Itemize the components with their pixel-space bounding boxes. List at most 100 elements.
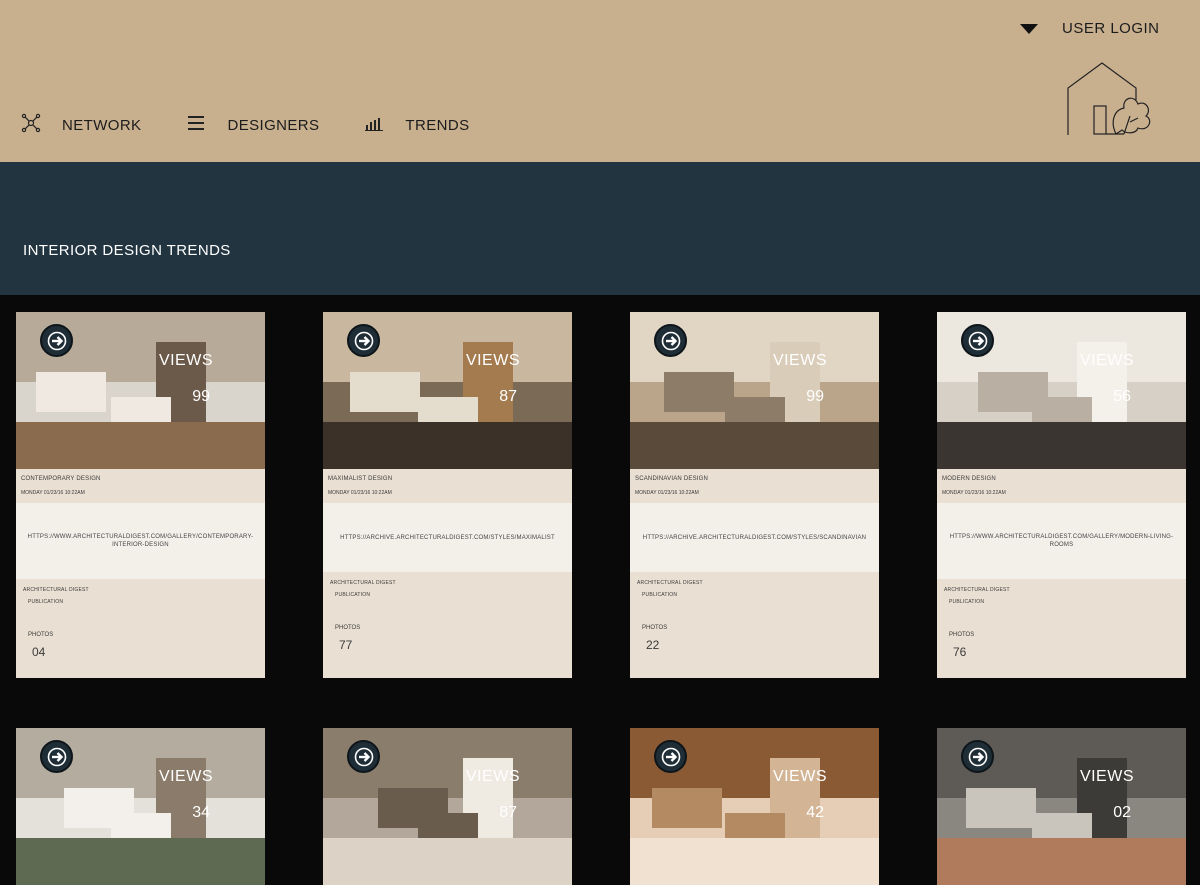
caret-down-icon bbox=[1020, 23, 1038, 34]
nav-trends[interactable]: TRENDS bbox=[363, 112, 469, 134]
open-arrow-button[interactable] bbox=[961, 324, 994, 357]
main-nav: NETWORK DESIGNERS TRENDS bbox=[20, 112, 514, 134]
trend-card[interactable]: VIEWS 87 bbox=[323, 728, 572, 885]
publication-name: ARCHITECTURAL DIGEST bbox=[637, 580, 703, 586]
post-date: MONDAY 01/23/16 10:22AM bbox=[635, 490, 699, 496]
photos-count: 76 bbox=[953, 645, 967, 659]
source-url-box: HTTPS://WWW.ARCHITECTURALDIGEST.COM/GALL… bbox=[16, 503, 265, 579]
photos-count: 22 bbox=[646, 638, 660, 652]
trend-card[interactable]: VIEWS 02 bbox=[937, 728, 1186, 885]
post-date: MONDAY 01/23/16 10:22AM bbox=[21, 490, 85, 496]
trend-card[interactable]: VIEWS 42 bbox=[630, 728, 879, 885]
arrow-right-icon bbox=[661, 747, 680, 766]
design-style: SCANDINAVIAN DESIGN bbox=[635, 476, 709, 482]
trend-card[interactable]: VIEWS 99 CONTEMPORARY DESIGN MONDAY 01/23/1… bbox=[16, 312, 265, 678]
network-icon bbox=[20, 112, 42, 134]
views-count: 87 bbox=[499, 388, 517, 405]
views-label: VIEWS bbox=[158, 768, 213, 785]
open-arrow-button[interactable] bbox=[654, 324, 687, 357]
trend-card[interactable]: VIEWS 34 bbox=[16, 728, 265, 885]
views-label: VIEWS bbox=[772, 352, 827, 369]
trend-photo[interactable]: VIEWS 87 bbox=[323, 728, 572, 885]
arrow-right-icon bbox=[47, 331, 66, 350]
views-count: 42 bbox=[806, 804, 824, 821]
arrow-right-icon bbox=[968, 331, 987, 350]
views-label: VIEWS bbox=[465, 768, 520, 785]
arrow-right-icon bbox=[661, 331, 680, 350]
arrow-right-icon bbox=[354, 331, 373, 350]
page-title: INTERIOR DESIGN TRENDS bbox=[23, 242, 231, 259]
photos-label: PHOTOS bbox=[642, 625, 668, 631]
source-url-box: HTTPS://ARCHIVE.ARCHITECTURALDIGEST.COM/… bbox=[630, 503, 879, 572]
source-url-link[interactable]: HTTPS://WWW.ARCHITECTURALDIGEST.COM/GALL… bbox=[945, 533, 1178, 549]
views-label: VIEWS bbox=[772, 768, 827, 785]
page-banner: INTERIOR DESIGN TRENDS bbox=[0, 162, 1200, 295]
source-url-link[interactable]: HTTPS://ARCHIVE.ARCHITECTURALDIGEST.COM/… bbox=[340, 534, 555, 542]
nav-designers-label: DESIGNERS bbox=[227, 116, 320, 134]
source-url-box: HTTPS://ARCHIVE.ARCHITECTURALDIGEST.COM/… bbox=[323, 503, 572, 572]
photos-count: 04 bbox=[32, 645, 46, 659]
card-meta: MODERN DESIGN MONDAY 01/23/16 10:22AM bbox=[937, 469, 1186, 503]
user-login-button[interactable]: USER LOGIN bbox=[1020, 20, 1160, 37]
source-url-box: HTTPS://WWW.ARCHITECTURALDIGEST.COM/GALL… bbox=[937, 503, 1186, 579]
publication-label: PUBLICATION bbox=[949, 599, 985, 605]
trend-photo[interactable]: VIEWS 87 bbox=[323, 312, 572, 469]
header: USER LOGIN NETWORK DESIGNERS TRENDS bbox=[0, 0, 1200, 162]
photos-label: PHOTOS bbox=[335, 625, 361, 631]
publication-label: PUBLICATION bbox=[28, 599, 64, 605]
nav-network-label: NETWORK bbox=[62, 116, 142, 134]
views-label: VIEWS bbox=[1079, 768, 1134, 785]
views-count: 99 bbox=[192, 388, 210, 405]
arrow-right-icon bbox=[968, 747, 987, 766]
trend-photo[interactable]: VIEWS 34 bbox=[16, 728, 265, 885]
trend-photo[interactable]: VIEWS 02 bbox=[937, 728, 1186, 885]
trend-photo[interactable]: VIEWS 56 bbox=[937, 312, 1186, 469]
open-arrow-button[interactable] bbox=[961, 740, 994, 773]
views-label: VIEWS bbox=[1079, 352, 1134, 369]
nav-designers[interactable]: DESIGNERS bbox=[185, 112, 319, 134]
photos-label: PHOTOS bbox=[28, 632, 54, 638]
views-label: VIEWS bbox=[465, 352, 520, 369]
design-style: MODERN DESIGN bbox=[942, 476, 996, 482]
open-arrow-button[interactable] bbox=[40, 740, 73, 773]
publication-name: ARCHITECTURAL DIGEST bbox=[944, 587, 1010, 593]
nav-network[interactable]: NETWORK bbox=[20, 112, 141, 134]
trend-photo[interactable]: VIEWS 99 bbox=[630, 312, 879, 469]
menu-icon bbox=[185, 112, 207, 134]
publication-name: ARCHITECTURAL DIGEST bbox=[330, 580, 396, 586]
open-arrow-button[interactable] bbox=[347, 740, 380, 773]
trend-card[interactable]: VIEWS 99 SCANDINAVIAN DESIGN MONDAY 01/23/1… bbox=[630, 312, 879, 678]
publication-name: ARCHITECTURAL DIGEST bbox=[23, 587, 89, 593]
open-arrow-button[interactable] bbox=[347, 324, 380, 357]
views-label: VIEWS bbox=[158, 352, 213, 369]
post-date: MONDAY 01/23/16 10:22AM bbox=[942, 490, 1006, 496]
design-style: MAXIMALIST DESIGN bbox=[328, 476, 393, 482]
views-count: 34 bbox=[192, 804, 210, 821]
post-date: MONDAY 01/23/16 10:22AM bbox=[328, 490, 392, 496]
views-count: 99 bbox=[806, 388, 824, 405]
card-meta: CONTEMPORARY DESIGN MONDAY 01/23/16 10:22… bbox=[16, 469, 265, 503]
card-meta: MAXIMALIST DESIGN MONDAY 01/23/16 10:22AM bbox=[323, 469, 572, 503]
source-url-link[interactable]: HTTPS://WWW.ARCHITECTURALDIGEST.COM/GALL… bbox=[24, 533, 257, 549]
publication-label: PUBLICATION bbox=[642, 592, 678, 598]
card-meta: SCANDINAVIAN DESIGN MONDAY 01/23/16 10:22… bbox=[630, 469, 879, 503]
trend-card[interactable]: VIEWS 87 MAXIMALIST DESIGN MONDAY 01/23/16 … bbox=[323, 312, 572, 678]
publication-label: PUBLICATION bbox=[335, 592, 371, 598]
open-arrow-button[interactable] bbox=[40, 324, 73, 357]
design-style: CONTEMPORARY DESIGN bbox=[21, 476, 101, 482]
house-plant-logo[interactable] bbox=[1064, 60, 1156, 140]
user-login-label: USER LOGIN bbox=[1062, 20, 1160, 37]
trend-card[interactable]: VIEWS 56 MODERN DESIGN MONDAY 01/23/16 10:2… bbox=[937, 312, 1186, 678]
nav-trends-label: TRENDS bbox=[405, 116, 470, 134]
arrow-right-icon bbox=[354, 747, 373, 766]
source-url-link[interactable]: HTTPS://ARCHIVE.ARCHITECTURALDIGEST.COM/… bbox=[643, 534, 866, 542]
trend-photo[interactable]: VIEWS 42 bbox=[630, 728, 879, 885]
trend-photo[interactable]: VIEWS 99 bbox=[16, 312, 265, 469]
views-count: 02 bbox=[1113, 804, 1131, 821]
arrow-right-icon bbox=[47, 747, 66, 766]
open-arrow-button[interactable] bbox=[654, 740, 687, 773]
views-count: 87 bbox=[499, 804, 517, 821]
photos-count: 77 bbox=[339, 638, 353, 652]
bar-chart-icon bbox=[363, 112, 385, 134]
views-count: 56 bbox=[1113, 388, 1131, 405]
